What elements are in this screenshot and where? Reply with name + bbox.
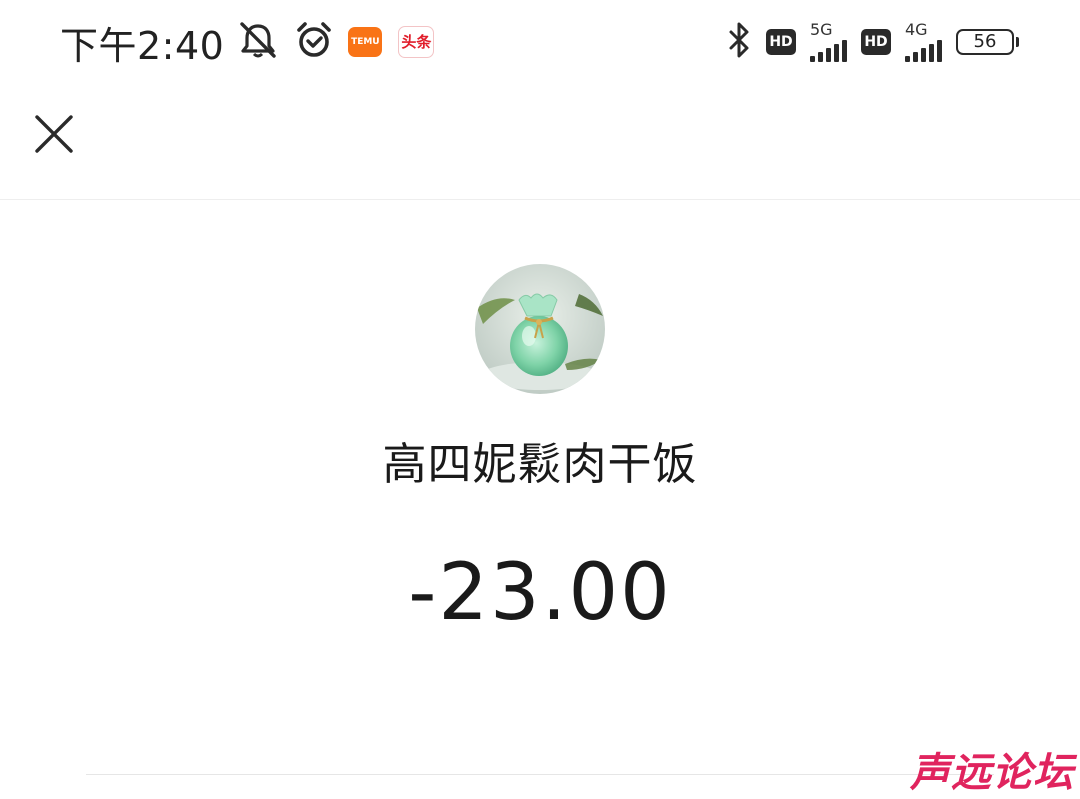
money-bag-icon <box>475 264 605 394</box>
toutiao-app-icon: 头条 <box>398 26 435 58</box>
merchant-name: 高四妮鬏肉干饭 <box>382 439 698 490</box>
close-button[interactable] <box>26 106 82 162</box>
close-icon <box>35 115 73 153</box>
status-left: 下午2:40 TEMU 头条 <box>60 18 450 68</box>
top-nav <box>0 84 1080 200</box>
hd-badge-2: HD <box>861 29 891 55</box>
network-5g: 5G <box>806 22 847 62</box>
bluetooth-icon <box>726 20 752 64</box>
alarm-clock-icon <box>294 20 334 64</box>
hd-badge-1: HD <box>766 29 796 55</box>
status-bar: 下午2:40 TEMU 头条 HD 5G HD 4G 56 <box>0 0 1080 84</box>
merchant-avatar <box>475 264 605 394</box>
network-5g-label: 5G <box>810 20 833 39</box>
status-time: 下午2:40 <box>60 23 225 68</box>
status-right: HD 5G HD 4G 56 <box>726 20 1019 64</box>
network-4g: 4G <box>901 22 942 62</box>
battery-level: 56 <box>973 31 997 52</box>
forum-watermark: 声远论坛 <box>910 750 1074 796</box>
network-4g-label: 4G <box>905 20 928 39</box>
temu-app-icon: TEMU <box>348 27 383 57</box>
mute-bell-icon <box>236 20 280 64</box>
transaction-amount: -23.00 <box>408 548 672 638</box>
battery-icon: 56 <box>956 29 1019 55</box>
bottom-divider <box>86 774 994 775</box>
signal-5g-icon <box>810 38 847 62</box>
signal-4g-icon <box>905 38 942 62</box>
